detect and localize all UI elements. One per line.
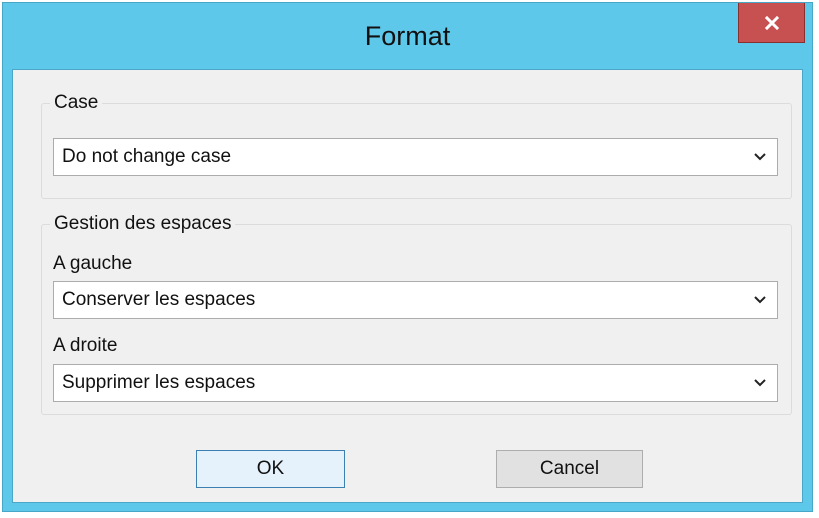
spaces-groupbox: Gestion des espaces A gauche Conserver l… xyxy=(41,213,792,415)
case-select-value: Do not change case xyxy=(62,146,232,167)
close-button[interactable] xyxy=(738,3,805,43)
title-bar[interactable]: Format xyxy=(3,3,812,77)
dialog-title: Format xyxy=(364,21,451,51)
case-group-label: Case xyxy=(50,92,103,114)
right-spaces-select-value: Supprimer les espaces xyxy=(62,372,256,393)
chevron-down-icon xyxy=(743,139,777,175)
right-spaces-select[interactable]: Supprimer les espaces xyxy=(53,364,778,402)
cancel-button[interactable]: Cancel xyxy=(496,450,643,488)
right-spaces-label: A droite xyxy=(53,335,118,356)
left-spaces-select[interactable]: Conserver les espaces xyxy=(53,281,778,319)
close-icon xyxy=(764,15,779,30)
left-spaces-label: A gauche xyxy=(53,253,133,274)
left-spaces-select-value: Conserver les espaces xyxy=(62,289,256,310)
format-dialog: Format Case Do not change case Gestion d… xyxy=(2,2,813,512)
spaces-group-label: Gestion des espaces xyxy=(50,213,236,235)
case-select[interactable]: Do not change case xyxy=(53,138,778,176)
dialog-content: Case Do not change case Gestion des espa… xyxy=(12,69,803,503)
ok-button[interactable]: OK xyxy=(196,450,345,488)
case-groupbox: Case Do not change case xyxy=(41,92,792,199)
chevron-down-icon xyxy=(743,282,777,318)
chevron-down-icon xyxy=(743,365,777,401)
